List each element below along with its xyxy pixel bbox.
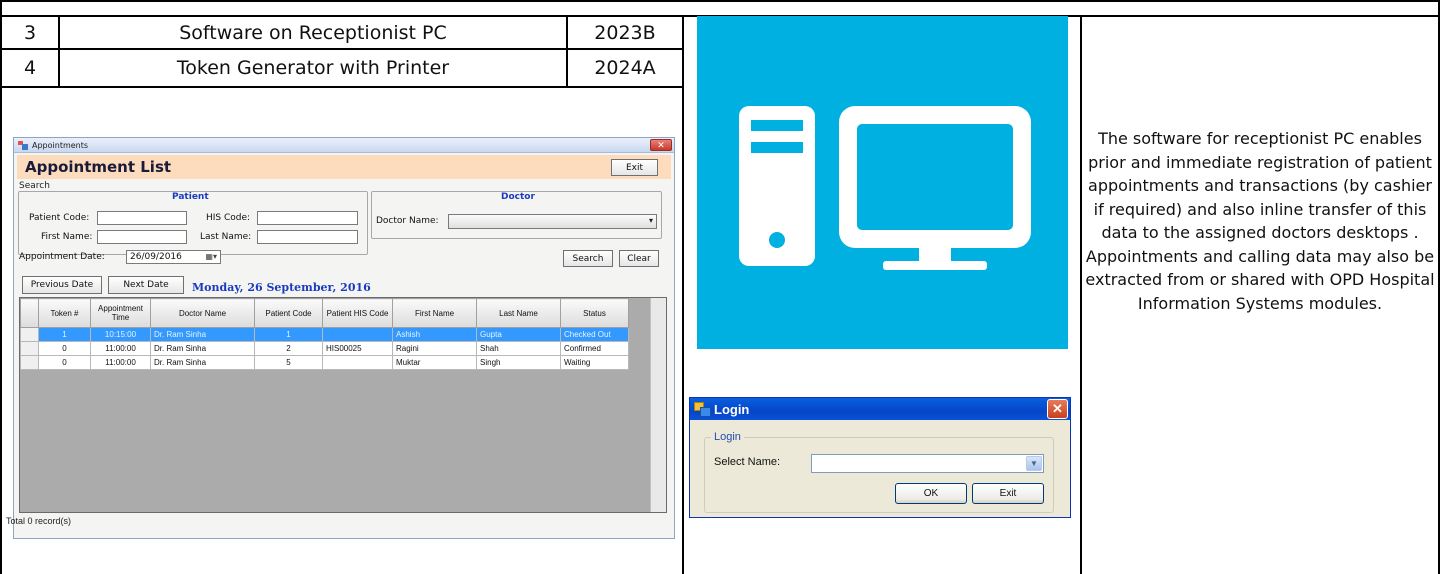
status-cell: Checked Out	[560, 327, 629, 342]
last-name-cell: Singh	[476, 355, 561, 370]
column-header[interactable]: First Name	[392, 298, 477, 328]
his-code-label: HIS Code:	[206, 213, 251, 223]
column-header[interactable]: Status	[560, 298, 629, 328]
next-date-button[interactable]: Next Date	[108, 276, 184, 294]
selected-day-label: Monday, 26 September, 2016	[192, 281, 371, 294]
table-top-border	[0, 0, 1440, 2]
table-header-row: Token # Appointment Time Doctor Name Pat…	[20, 298, 629, 328]
appointments-window-title: Appointments	[32, 140, 89, 150]
grid-scrollbar[interactable]	[650, 298, 666, 512]
status-cell: Confirmed	[560, 341, 629, 356]
ok-button[interactable]: OK	[895, 483, 967, 504]
close-icon[interactable]: ✕	[1047, 399, 1068, 419]
search-button[interactable]: Search	[563, 250, 613, 267]
chevron-down-icon: ▾	[648, 216, 653, 225]
table-divider	[1080, 15, 1082, 574]
row-version: 2024A	[594, 57, 656, 79]
his-code-cell: HIS00025	[322, 341, 393, 356]
row-version: 2023B	[594, 21, 656, 44]
row-item: Software on Receptionist PC	[179, 21, 447, 44]
patient-code-cell: 5	[254, 355, 323, 370]
appointment-date-value: 26/09/2016	[130, 252, 182, 262]
doctor-name-select[interactable]: ▾	[448, 214, 657, 229]
first-name-cell: Muktar	[392, 355, 477, 370]
time-cell: 10:15:00	[90, 327, 151, 342]
table-divider	[682, 15, 684, 574]
appointment-date-label: Appointment Date:	[19, 252, 105, 262]
token-cell: 1	[38, 327, 91, 342]
last-name-cell: Gupta	[476, 327, 561, 342]
row-item: Token Generator with Printer	[176, 57, 450, 79]
patient-code-cell: 1	[254, 327, 323, 342]
search-section-label: Search	[19, 181, 50, 191]
column-header[interactable]: Appointment Time	[90, 298, 151, 328]
close-icon[interactable]: ✕	[650, 139, 672, 151]
status-cell: Waiting	[560, 355, 629, 370]
patient-code-input[interactable]	[97, 211, 187, 225]
appointment-list-header: Appointment List	[17, 155, 671, 179]
time-cell: 11:00:00	[90, 355, 151, 370]
description-text: The software for receptionist PC enables…	[1085, 129, 1435, 313]
doctor-cell: Dr. Ram Sinha	[150, 341, 255, 356]
last-name-label: Last Name:	[200, 232, 252, 242]
exit-button[interactable]: Exit	[972, 483, 1044, 504]
first-name-label: First Name:	[41, 232, 93, 242]
last-name-input[interactable]	[257, 230, 358, 244]
row-indicator	[20, 355, 39, 370]
appointments-titlebar: Appointments ✕	[14, 138, 674, 153]
row-number: 4	[23, 57, 37, 79]
app-icon	[18, 140, 28, 150]
row-number: 3	[23, 21, 37, 44]
his-code-input[interactable]	[257, 211, 358, 225]
illustration-panel	[697, 16, 1068, 349]
doctor-cell: Dr. Ram Sinha	[150, 355, 255, 370]
first-name-cell: Ragini	[392, 341, 477, 356]
login-group-title: Login	[711, 431, 744, 443]
patient-code-cell: 2	[254, 341, 323, 356]
app-icon	[694, 402, 711, 417]
appointments-grid[interactable]: Token # Appointment Time Doctor Name Pat…	[19, 297, 667, 513]
first-name-cell: Ashish	[392, 327, 477, 342]
login-titlebar: Login ✕	[690, 398, 1070, 420]
patient-code-label: Patient Code:	[29, 213, 90, 223]
desktop-computer-icon	[739, 106, 1031, 270]
time-cell: 11:00:00	[90, 341, 151, 356]
exit-button[interactable]: Exit	[611, 159, 658, 176]
appointments-table: Token # Appointment Time Doctor Name Pat…	[20, 298, 629, 370]
doctor-name-label: Doctor Name:	[376, 216, 439, 226]
doctor-cell: Dr. Ram Sinha	[150, 327, 255, 342]
page-title: Appointment List	[25, 158, 172, 176]
login-window-title: Login	[714, 401, 750, 417]
appointment-date-picker[interactable]: 26/09/2016 ▦▾	[126, 250, 221, 264]
first-name-input[interactable]	[97, 230, 187, 244]
patient-group-title: Patient	[172, 192, 209, 202]
table-row[interactable]: 0 11:00:00 Dr. Ram Sinha 2 HIS00025 Ragi…	[20, 341, 629, 356]
column-header[interactable]: Doctor Name	[150, 298, 255, 328]
his-code-cell	[322, 327, 393, 342]
table-divider	[0, 86, 684, 88]
doctor-group-title: Doctor	[501, 192, 535, 202]
calendar-icon[interactable]: ▦▾	[205, 251, 217, 263]
previous-date-button[interactable]: Previous Date	[22, 276, 102, 294]
column-header[interactable]: Patient HIS Code	[322, 298, 393, 328]
chevron-down-icon[interactable]: ▼	[1026, 456, 1042, 471]
table-row[interactable]: 0 11:00:00 Dr. Ram Sinha 5 Muktar Singh …	[20, 355, 629, 370]
his-code-cell	[322, 355, 393, 370]
record-count-label: Total 0 record(s)	[6, 516, 72, 526]
clear-button[interactable]: Clear	[619, 250, 659, 267]
select-name-label: Select Name:	[714, 456, 781, 468]
token-cell: 0	[38, 355, 91, 370]
token-cell: 0	[38, 341, 91, 356]
row-indicator-icon: ▸	[20, 327, 39, 342]
row-indicator	[20, 341, 39, 356]
column-header[interactable]: Last Name	[476, 298, 561, 328]
row-header-corner	[20, 298, 39, 328]
column-header[interactable]: Patient Code	[254, 298, 323, 328]
select-name-dropdown[interactable]: ▼	[811, 454, 1044, 473]
last-name-cell: Shah	[476, 341, 561, 356]
column-header[interactable]: Token #	[38, 298, 91, 328]
table-row[interactable]: ▸ 1 10:15:00 Dr. Ram Sinha 1 Ashish Gupt…	[20, 327, 629, 342]
